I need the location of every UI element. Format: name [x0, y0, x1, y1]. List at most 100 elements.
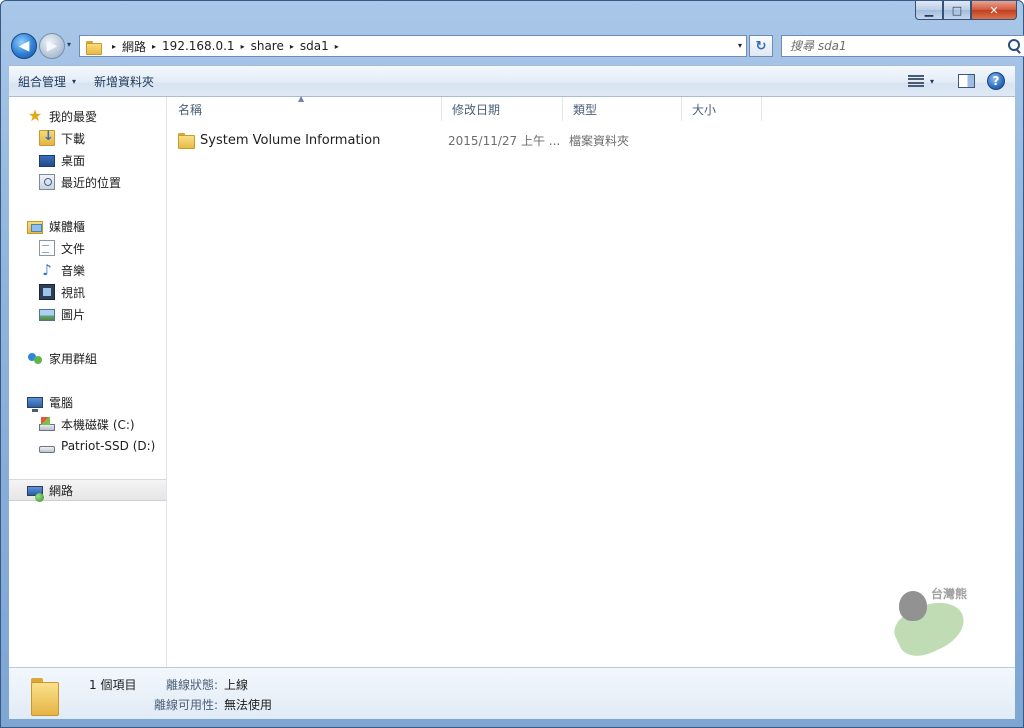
- new-folder-button[interactable]: 新增資料夾: [85, 66, 163, 96]
- breadcrumb-separator[interactable]: ▸: [241, 42, 245, 51]
- recent-pages-dropdown[interactable]: ▾: [67, 40, 71, 49]
- nav-label: 最近的位置: [61, 175, 122, 190]
- nav-network[interactable]: 網路: [9, 479, 166, 502]
- client-area: ★ 我的最愛 下載 桌面 最近的位置: [9, 94, 1015, 667]
- column-label: 大小: [692, 102, 717, 117]
- search-input[interactable]: [782, 39, 1004, 53]
- nav-label: 家用群組: [49, 351, 98, 366]
- offline-status: 離線狀態: 上線: [166, 676, 248, 693]
- command-bar: 組合管理 ▾ 新增資料夾 ▾ ?: [9, 65, 1015, 97]
- nav-favorites[interactable]: ★ 我的最愛: [9, 105, 166, 127]
- recent-icon: [39, 174, 55, 190]
- breadcrumb-separator[interactable]: ▸: [112, 42, 116, 51]
- address-history-dropdown[interactable]: ▾: [738, 41, 742, 50]
- breadcrumb-separator[interactable]: ▸: [335, 42, 339, 51]
- caption-buttons: ▁ □ ✕: [915, 1, 1017, 20]
- refresh-button[interactable]: ↻: [749, 35, 773, 57]
- breadcrumb-separator[interactable]: ▸: [152, 42, 156, 51]
- help-icon[interactable]: ?: [987, 72, 1005, 90]
- breadcrumb-host[interactable]: 192.168.0.1: [162, 39, 235, 53]
- refresh-icon: ↻: [755, 38, 767, 54]
- nav-label: 文件: [61, 241, 86, 256]
- navigation-pane: ★ 我的最愛 下載 桌面 最近的位置: [9, 97, 167, 667]
- nav-label: 媒體櫃: [49, 219, 86, 234]
- watermark-logo: 台灣熊: [885, 581, 975, 664]
- search-icon[interactable]: [1004, 36, 1024, 56]
- nav-item-desktop[interactable]: 桌面: [9, 149, 166, 171]
- forward-button[interactable]: ▶: [39, 33, 65, 59]
- nav-item-documents[interactable]: 文件: [9, 237, 166, 259]
- file-type: 檔案資料夾: [569, 133, 630, 148]
- folder-icon: [178, 133, 195, 149]
- drive-c-icon: [39, 417, 55, 431]
- item-count: 1 個項目: [89, 678, 137, 692]
- organize-menu[interactable]: 組合管理 ▾: [9, 66, 85, 96]
- download-icon: [39, 129, 55, 146]
- change-view-icon[interactable]: [907, 75, 924, 87]
- network-group: 網路: [9, 457, 166, 502]
- file-list: 名稱 ▲ 修改日期 類型 大小 System Volume Informatio…: [168, 94, 1015, 667]
- video-icon: [39, 284, 55, 300]
- nav-item-videos[interactable]: 視訊: [9, 281, 166, 303]
- star-icon: ★: [27, 106, 43, 125]
- column-header-size[interactable]: 大小: [682, 97, 762, 121]
- nav-label: 桌面: [61, 153, 86, 168]
- breadcrumb-network[interactable]: 網路: [122, 38, 146, 55]
- network-icon: [27, 485, 44, 502]
- nav-label: 下載: [61, 131, 86, 146]
- nav-item-music[interactable]: ♪ 音樂: [9, 259, 166, 281]
- column-header-type[interactable]: 類型: [563, 97, 682, 121]
- address-bar[interactable]: ▸ 網路 ▸ 192.168.0.1 ▸ share ▸ sda1 ▸ ▾: [79, 35, 747, 57]
- offline-status-label: 離線狀態:: [166, 678, 219, 692]
- library-icon: [27, 220, 43, 234]
- homegroup-group: 家用群組: [9, 325, 166, 369]
- column-header-name[interactable]: 名稱 ▲: [168, 94, 442, 121]
- close-button[interactable]: ✕: [971, 1, 1017, 20]
- breadcrumb-separator[interactable]: ▸: [290, 42, 294, 51]
- search-box: [781, 35, 1024, 57]
- nav-libraries[interactable]: 媒體櫃: [9, 215, 166, 237]
- nav-label: Patriot-SSD (D:): [61, 439, 156, 453]
- nav-label: 本機磁碟 (C:): [61, 417, 135, 432]
- nav-item-drive-c[interactable]: 本機磁碟 (C:): [9, 413, 166, 435]
- nav-item-drive-d[interactable]: Patriot-SSD (D:): [9, 435, 166, 457]
- explorer-window: ▁ □ ✕ ◀ ▶ ▾ ▸ 網路 ▸ 192.168.0.1 ▸ share ▸…: [0, 0, 1024, 728]
- organize-label: 組合管理: [18, 74, 67, 89]
- computer-icon: [27, 397, 43, 412]
- minimize-button[interactable]: ▁: [915, 1, 943, 20]
- offline-availability-label: 離線可用性:: [154, 698, 219, 712]
- offline-availability: 離線可用性: 無法使用: [154, 696, 272, 713]
- file-name: System Volume Information: [200, 132, 381, 148]
- breadcrumb-sda1[interactable]: sda1: [300, 39, 329, 53]
- column-header-date[interactable]: 修改日期: [442, 97, 563, 121]
- file-name-cell[interactable]: System Volume Information: [178, 129, 380, 151]
- new-folder-label: 新增資料夾: [94, 74, 155, 89]
- nav-label: 圖片: [61, 307, 86, 322]
- forward-arrow-icon: ▶: [46, 38, 58, 54]
- folder-icon: [29, 676, 61, 716]
- nav-item-downloads[interactable]: 下載: [9, 127, 166, 149]
- breadcrumb-share[interactable]: share: [251, 39, 284, 53]
- folder-icon: [86, 40, 102, 55]
- column-label: 類型: [573, 102, 598, 117]
- nav-homegroup[interactable]: 家用群組: [9, 347, 166, 369]
- offline-availability-value: 無法使用: [224, 698, 273, 712]
- nav-label: 電腦: [49, 395, 74, 410]
- nav-label: 視訊: [61, 285, 86, 300]
- preview-pane-icon[interactable]: [958, 74, 975, 88]
- nav-label: 網路: [49, 483, 74, 498]
- back-button[interactable]: ◀: [11, 33, 37, 59]
- nav-computer[interactable]: 電腦: [9, 391, 166, 413]
- sort-ascending-icon: ▲: [298, 94, 305, 103]
- maximize-button[interactable]: □: [943, 1, 971, 20]
- view-options-dropdown[interactable]: ▾: [930, 77, 934, 86]
- computer-group: 電腦 本機磁碟 (C:) Patriot-SSD (D:): [9, 369, 166, 457]
- music-icon: ♪: [42, 261, 52, 279]
- drive-d-icon: [39, 445, 55, 453]
- favorites-group: ★ 我的最愛 下載 桌面 最近的位置: [9, 97, 166, 193]
- nav-item-pictures[interactable]: 圖片: [9, 303, 166, 325]
- document-icon: [39, 240, 55, 256]
- nav-item-recent-places[interactable]: 最近的位置: [9, 171, 166, 193]
- chevron-down-icon: ▾: [72, 76, 77, 86]
- file-date: 2015/11/27 上午 ...: [448, 133, 561, 148]
